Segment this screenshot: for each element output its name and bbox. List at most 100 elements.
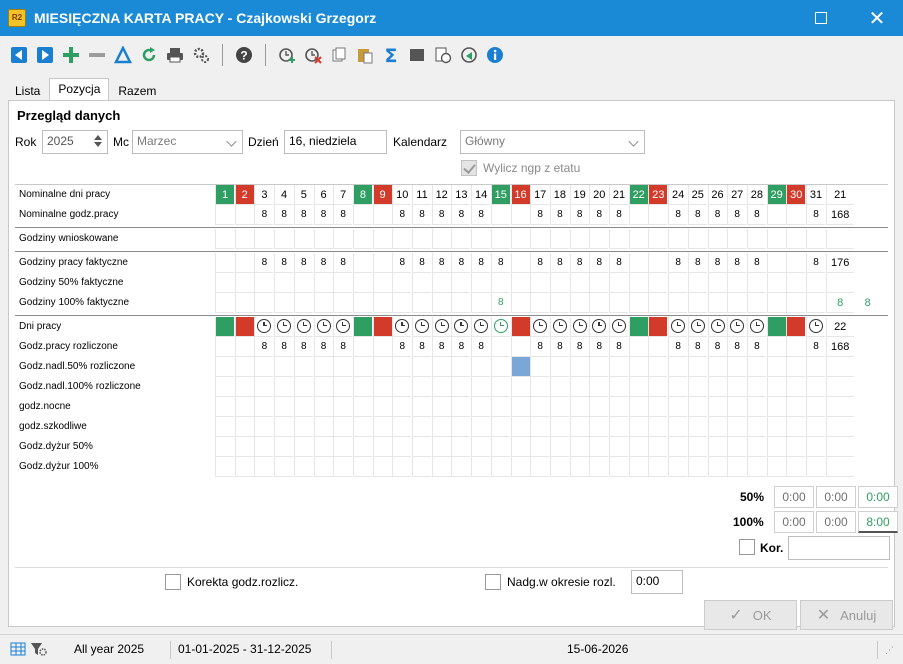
grid-cell[interactable]: 8 bbox=[707, 205, 727, 225]
grid-cell[interactable] bbox=[333, 377, 353, 397]
grid-cell[interactable] bbox=[628, 357, 648, 377]
grid-cell[interactable] bbox=[451, 229, 471, 249]
work-day-cell[interactable] bbox=[648, 317, 668, 337]
grid-cell[interactable]: 8 bbox=[412, 205, 431, 225]
grid-cell[interactable] bbox=[431, 377, 451, 397]
grid-cell[interactable] bbox=[530, 457, 550, 477]
selected-cell[interactable] bbox=[510, 357, 530, 377]
grid-cell[interactable] bbox=[628, 205, 648, 225]
grid-cell[interactable] bbox=[766, 205, 786, 225]
grid-cell[interactable] bbox=[648, 417, 668, 437]
tab-pozycja[interactable]: Pozycja bbox=[49, 78, 110, 100]
grid-cell[interactable]: 8 bbox=[707, 337, 727, 357]
grid-cell[interactable] bbox=[372, 229, 392, 249]
grid-cell[interactable] bbox=[746, 397, 766, 417]
grid-cell[interactable] bbox=[510, 457, 530, 477]
grid-cell[interactable]: 8 bbox=[254, 337, 274, 357]
grid-cell[interactable]: 8 bbox=[530, 337, 550, 357]
grid-cell[interactable] bbox=[234, 205, 254, 225]
grid-cell[interactable] bbox=[352, 397, 372, 417]
grid-cell[interactable] bbox=[668, 417, 688, 437]
grid-cell[interactable] bbox=[215, 229, 234, 249]
grid-cell[interactable] bbox=[392, 417, 412, 437]
grid-cell[interactable] bbox=[352, 253, 372, 273]
work-day-cell[interactable] bbox=[510, 317, 530, 337]
grid-cell[interactable] bbox=[254, 273, 274, 293]
grid-cell[interactable] bbox=[313, 457, 333, 477]
grid-cell[interactable] bbox=[786, 273, 806, 293]
grid-cell[interactable] bbox=[254, 357, 274, 377]
grid-cell[interactable] bbox=[431, 437, 451, 457]
grid-cell[interactable]: 8 bbox=[707, 253, 727, 273]
grid-cell[interactable]: 8 bbox=[471, 337, 491, 357]
grid-cell[interactable] bbox=[707, 293, 727, 313]
grid-cell[interactable]: 8 bbox=[589, 205, 609, 225]
grid-cell[interactable] bbox=[766, 273, 786, 293]
grid-cell[interactable] bbox=[746, 417, 766, 437]
grid-cell[interactable] bbox=[234, 417, 254, 437]
grid-cell[interactable] bbox=[687, 417, 707, 437]
day-header-cell[interactable]: 9 bbox=[372, 185, 392, 205]
grid-cell[interactable] bbox=[746, 357, 766, 377]
grid-cell[interactable] bbox=[471, 357, 491, 377]
info-icon[interactable] bbox=[485, 45, 505, 65]
grid-cell[interactable] bbox=[234, 337, 254, 357]
grid-cell[interactable] bbox=[451, 293, 471, 313]
grid-cell[interactable] bbox=[707, 229, 727, 249]
table-icon[interactable] bbox=[10, 641, 26, 660]
grid-cell[interactable]: 8 bbox=[431, 253, 451, 273]
day-header-cell[interactable]: 22 bbox=[628, 185, 648, 205]
grid-cell[interactable] bbox=[490, 337, 510, 357]
grid-cell[interactable] bbox=[490, 437, 510, 457]
grid-cell[interactable] bbox=[687, 273, 707, 293]
grid-cell[interactable] bbox=[215, 357, 234, 377]
day-header-cell[interactable]: 27 bbox=[727, 185, 747, 205]
work-day-cell[interactable] bbox=[274, 317, 294, 337]
filter-icon[interactable] bbox=[30, 641, 48, 660]
grid-cell[interactable] bbox=[293, 357, 313, 377]
grid-cell[interactable] bbox=[786, 229, 806, 249]
grid-cell[interactable] bbox=[806, 273, 825, 293]
grid-cell[interactable] bbox=[648, 457, 668, 477]
grid-cell[interactable] bbox=[293, 273, 313, 293]
work-day-cell[interactable] bbox=[806, 317, 825, 337]
grid-cell[interactable] bbox=[569, 357, 589, 377]
day-header-cell[interactable]: 23 bbox=[648, 185, 668, 205]
grid-cell[interactable] bbox=[628, 293, 648, 313]
ok-button[interactable]: ✓ OK bbox=[704, 600, 797, 630]
grid-cell[interactable] bbox=[333, 357, 353, 377]
grid-cell[interactable]: 8 bbox=[589, 337, 609, 357]
grid-cell[interactable]: 8 bbox=[392, 205, 412, 225]
day-header-cell[interactable]: 15 bbox=[490, 185, 510, 205]
day-header-cell[interactable]: 13 bbox=[451, 185, 471, 205]
grid-cell[interactable] bbox=[628, 437, 648, 457]
grid-cell[interactable] bbox=[569, 397, 589, 417]
grid-cell[interactable] bbox=[766, 377, 786, 397]
grid-cell[interactable] bbox=[648, 229, 668, 249]
grid-cell[interactable] bbox=[727, 229, 747, 249]
grid-cell[interactable] bbox=[766, 417, 786, 437]
grid-cell[interactable] bbox=[451, 457, 471, 477]
work-day-cell[interactable] bbox=[549, 317, 569, 337]
grid-cell[interactable] bbox=[766, 437, 786, 457]
grid-cell[interactable] bbox=[589, 357, 609, 377]
grid-cell[interactable]: 8 bbox=[274, 337, 294, 357]
grid-cell[interactable] bbox=[549, 293, 569, 313]
work-day-cell[interactable] bbox=[352, 317, 372, 337]
grid-cell[interactable] bbox=[471, 293, 491, 313]
grid-cell[interactable] bbox=[746, 229, 766, 249]
grid-cell[interactable] bbox=[786, 397, 806, 417]
grid-cell[interactable] bbox=[234, 457, 254, 477]
grid-cell[interactable] bbox=[589, 377, 609, 397]
grid-cell[interactable] bbox=[234, 273, 254, 293]
grid-cell[interactable]: 8 bbox=[530, 253, 550, 273]
work-day-cell[interactable] bbox=[254, 317, 274, 337]
grid-cell[interactable] bbox=[333, 273, 353, 293]
grid-cell[interactable] bbox=[549, 417, 569, 437]
grid-cell[interactable] bbox=[431, 417, 451, 437]
day-header-cell[interactable]: 17 bbox=[530, 185, 550, 205]
grid-cell[interactable] bbox=[589, 417, 609, 437]
grid-cell[interactable] bbox=[274, 377, 294, 397]
grid-cell[interactable] bbox=[254, 397, 274, 417]
delete-time-icon[interactable] bbox=[303, 45, 323, 65]
